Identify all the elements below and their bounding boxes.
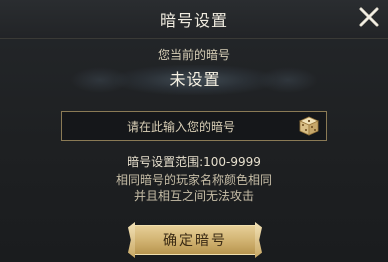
rule-note-line-2: 并且相互之间无法攻击	[133, 189, 254, 203]
rule-note-line-1: 相同暗号的玩家名称颜色相同	[115, 173, 272, 187]
code-settings-dialog: 暗号设置 您当前的暗号 未设置 暗号设置范围:100-9999	[0, 0, 388, 262]
close-icon	[359, 7, 379, 27]
code-input[interactable]	[62, 112, 300, 142]
confirm-code-button[interactable]: 确定暗号	[133, 225, 257, 255]
code-range-text: 暗号设置范围:100-9999	[127, 155, 261, 169]
dice-icon	[299, 116, 319, 136]
close-button[interactable]	[356, 4, 382, 30]
dialog-title-bar: 暗号设置	[0, 0, 388, 39]
current-code-label: 您当前的暗号	[157, 48, 230, 62]
code-input-container	[61, 111, 327, 142]
random-code-button[interactable]	[298, 115, 320, 137]
dialog-title: 暗号设置	[159, 11, 228, 30]
confirm-button-label: 确定暗号	[163, 233, 227, 249]
current-code-value: 未设置	[115, 65, 275, 95]
